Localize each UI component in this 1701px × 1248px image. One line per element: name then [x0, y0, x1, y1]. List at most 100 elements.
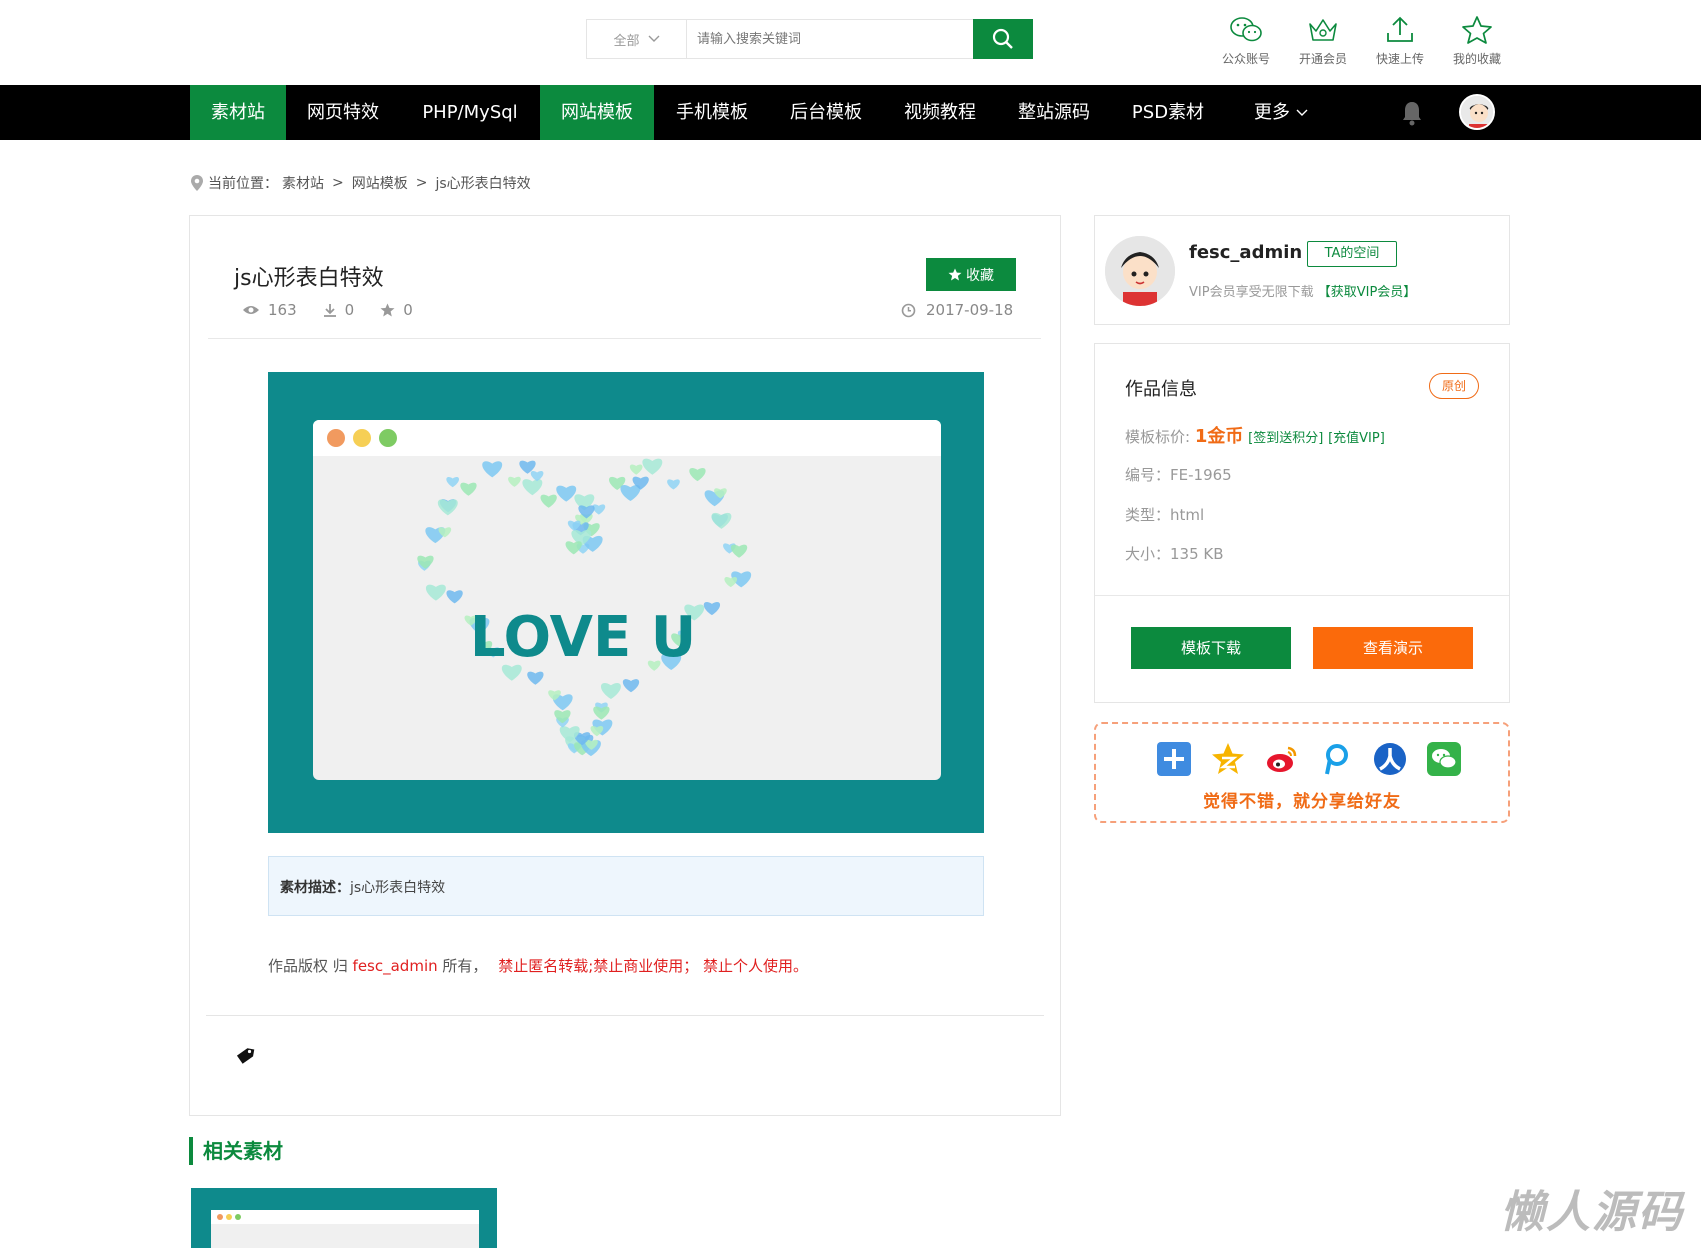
- divider: [1095, 595, 1509, 596]
- heart-particle: [522, 479, 543, 496]
- preview-dot: [327, 429, 345, 447]
- heart-particle: [460, 482, 477, 496]
- download-icon: [323, 304, 336, 317]
- copyright-author-link[interactable]: fesc_admin: [353, 957, 438, 975]
- heart-particle: [730, 544, 748, 558]
- clock-icon: [901, 303, 916, 317]
- favorite-button[interactable]: 收藏: [926, 258, 1016, 291]
- heart-particle: [600, 683, 621, 700]
- preview-image: LOVE U: [268, 372, 984, 833]
- download-button[interactable]: 模板下载: [1131, 627, 1291, 669]
- nav-item-more[interactable]: 更多: [1236, 85, 1326, 140]
- nav-item-web-effects[interactable]: 网页特效: [290, 85, 396, 140]
- share-more-icon[interactable]: [1156, 741, 1192, 777]
- tool-favorites-label: 我的收藏: [1452, 52, 1501, 66]
- size-label: 大小：: [1125, 545, 1171, 563]
- nav-item-video-tutorials[interactable]: 视频教程: [888, 85, 992, 140]
- heart-particle: [642, 458, 663, 475]
- star-icon: [1462, 16, 1492, 44]
- views-count: 163: [268, 301, 297, 319]
- share-renren-icon[interactable]: [1372, 741, 1408, 777]
- heart-particle: [425, 584, 446, 601]
- chevron-down-icon: [648, 35, 659, 42]
- nav-item-home[interactable]: 素材站: [190, 85, 286, 140]
- breadcrumb-current: js心形表白特效: [435, 176, 531, 192]
- user-avatar[interactable]: [1459, 94, 1495, 130]
- checkin-link[interactable]: [签到送积分]: [1248, 431, 1323, 446]
- tool-vip[interactable]: 开通会员: [1287, 14, 1359, 67]
- top-header: 全部 公众账号 开通会员 快速上传 我的收藏: [0, 0, 1701, 85]
- search-icon: [992, 28, 1013, 49]
- nav-item-admin-templates[interactable]: 后台模板: [774, 85, 878, 140]
- breadcrumb-home[interactable]: 素材站: [282, 173, 324, 193]
- heart-particle: [446, 590, 463, 604]
- heart-particle: [446, 477, 460, 488]
- search-category-select[interactable]: 全部: [587, 20, 687, 58]
- downloads-count: 0: [344, 301, 355, 319]
- tool-vip-label: 开通会员: [1298, 52, 1347, 66]
- publish-date-value: 2017-09-18: [926, 301, 1014, 319]
- nav-item-mobile-templates[interactable]: 手机模板: [660, 85, 764, 140]
- watermark-text: 懒人源码: [1500, 1187, 1684, 1238]
- location-pin-icon: [191, 175, 203, 191]
- tool-favorites[interactable]: 我的收藏: [1441, 14, 1513, 67]
- description-box: 素材描述：js心形表白特效: [268, 856, 984, 916]
- author-avatar-image: [1105, 236, 1175, 306]
- vip-promo: VIP会员享受无限下载 【获取VIP会员】: [1189, 281, 1416, 300]
- breadcrumb: 当前位置： 素材站 > 网站模板 > js心形表白特效: [190, 173, 531, 193]
- preview-love-text: LOVE U: [470, 605, 696, 670]
- nav-item-psd[interactable]: PSD素材: [1116, 85, 1220, 140]
- heart-particle: [556, 485, 577, 502]
- id-label: 编号：: [1125, 466, 1171, 484]
- search-button[interactable]: [973, 19, 1033, 59]
- author-name[interactable]: fesc_admin: [1189, 242, 1302, 263]
- vip-promo-link[interactable]: 【获取VIP会员】: [1318, 285, 1417, 300]
- type-label: 类型：: [1125, 506, 1171, 524]
- heart-particle: [629, 464, 643, 475]
- nav-item-site-templates[interactable]: 网站模板: [540, 85, 654, 140]
- nav-more-label: 更多: [1254, 102, 1290, 123]
- description-label: 素材描述：: [280, 880, 350, 896]
- size-value: 135 KB: [1170, 545, 1224, 563]
- author-space-button[interactable]: TA的空间: [1307, 241, 1397, 267]
- article-panel: js心形表白特效 163 0 0 收藏 2017-09-18 LOVE U 素材…: [189, 215, 1061, 1116]
- share-pengyou-icon[interactable]: [1318, 741, 1354, 777]
- heart-particle: [703, 601, 721, 616]
- heart-particle: [508, 476, 521, 487]
- original-badge: 原创: [1429, 373, 1479, 399]
- share-box: 觉得不错，就分享给好友: [1094, 722, 1510, 823]
- favorites-count: 0: [403, 301, 413, 319]
- heart-particle: [530, 471, 544, 482]
- share-qzone-icon[interactable]: [1210, 741, 1246, 777]
- breadcrumb-prefix: 当前位置：: [208, 176, 278, 192]
- preview-browser-bar: [313, 420, 941, 456]
- share-weibo-icon[interactable]: [1264, 741, 1300, 777]
- type-value: html: [1170, 506, 1205, 524]
- share-icons: [1156, 741, 1462, 777]
- heart-particle: [593, 706, 610, 720]
- breadcrumb-category[interactable]: 网站模板: [352, 173, 408, 193]
- tool-wechat[interactable]: 公众账号: [1210, 14, 1282, 67]
- search-category-label: 全部: [613, 33, 640, 49]
- recharge-vip-link[interactable]: [充值VIP]: [1328, 431, 1385, 446]
- type-row: 类型：html: [1125, 504, 1204, 525]
- related-thumb-frame: [211, 1210, 479, 1248]
- tool-upload[interactable]: 快速上传: [1364, 14, 1436, 67]
- article-stats: 163 0 0: [242, 301, 413, 319]
- tag-icon: [236, 1048, 255, 1064]
- bell-icon[interactable]: [1400, 100, 1424, 126]
- favorites-stat: 0: [380, 301, 413, 319]
- copyright-notice: 作品版权 归 fesc_admin 所有， 禁止匿名转载;禁止商业使用； 禁止个…: [268, 955, 808, 976]
- related-item-thumbnail[interactable]: [191, 1188, 497, 1248]
- demo-button[interactable]: 查看演示: [1313, 627, 1473, 669]
- heart-particle: [527, 671, 544, 685]
- copyright-rule: 禁止匿名转载;禁止商业使用； 禁止个人使用。: [498, 957, 809, 975]
- author-card: fesc_admin TA的空间 VIP会员享受无限下载 【获取VIP会员】: [1094, 215, 1510, 325]
- share-wechat-icon[interactable]: [1426, 741, 1462, 777]
- author-avatar[interactable]: [1105, 236, 1175, 306]
- related-thumb-bar: [211, 1210, 479, 1224]
- nav-item-php[interactable]: PHP/MySql: [410, 85, 530, 140]
- nav-item-site-source[interactable]: 整站源码: [1002, 85, 1106, 140]
- preview-dot: [353, 429, 371, 447]
- work-info-title: 作品信息: [1125, 379, 1197, 400]
